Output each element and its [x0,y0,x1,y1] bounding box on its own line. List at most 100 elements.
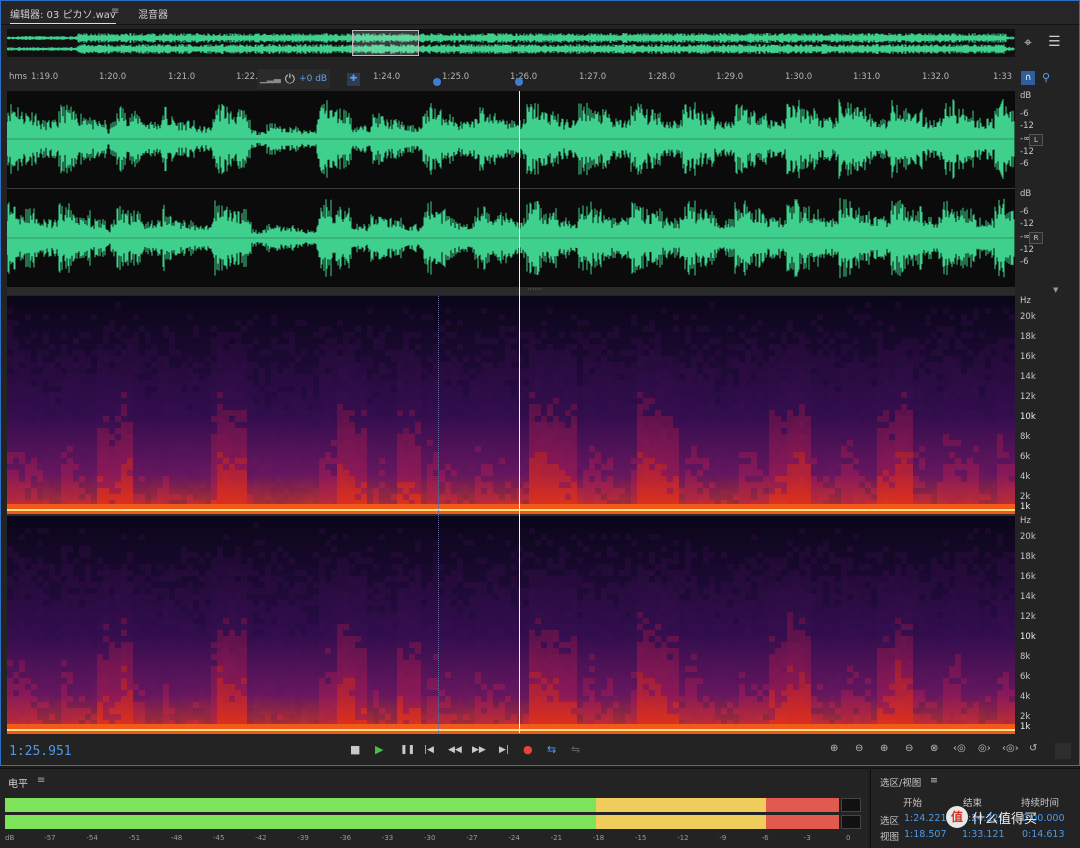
spectrogram-cell [445,422,451,428]
waveform-view[interactable] [7,91,1015,287]
spectrogram-cell [55,356,61,362]
spectrogram-cell [925,320,931,326]
spectrogram-cell [127,594,133,600]
spectrogram-cell [427,428,433,434]
spectrogram-cell [397,476,403,482]
spectrogram-cell [109,374,115,380]
spectrogram-cell [121,714,127,720]
spectrogram-cell [397,422,403,428]
spectrogram-cell [913,482,919,488]
marker-pin-icon[interactable]: ⚲ [1039,71,1053,85]
spectrogram-cell [505,452,511,458]
tab-editor[interactable]: 编辑器: 03 ピカソ.wav [10,6,116,24]
spectrogram-cell [751,440,757,446]
playhead-marker[interactable] [515,78,523,86]
spectrogram-cell [211,386,217,392]
collapse-arrow-icon[interactable]: ▼ [1053,286,1058,294]
spectrogram-cell [187,458,193,464]
spectrogram-cell [85,570,91,576]
spectrogram-cell [373,458,379,464]
spectrogram-cell [535,470,541,476]
spectrogram-cell [427,434,433,440]
spectrogram-cell [43,398,49,404]
spectrogram-cell [397,446,403,452]
list-view-icon[interactable]: ☰ [1048,34,1061,50]
spectrogram-cell [865,488,871,494]
spectrogram-cell [637,434,643,440]
pin-icon[interactable]: ✚ [347,73,360,86]
spectrogram-right[interactable] [7,516,1015,734]
spectrogram-cell [877,362,883,368]
spectrogram-cell [1003,368,1009,374]
spectrogram-cell [985,482,991,488]
spectrogram-cell [805,374,811,380]
overview-waveform[interactable] [7,29,1015,57]
spectrogram-cell [463,464,469,470]
spectrogram-cell [43,494,49,500]
spectrogram-cell [613,392,619,398]
selection-marker[interactable] [433,78,441,86]
spectrogram-cell [499,362,505,368]
channel-l-badge[interactable]: L [1029,134,1043,146]
spectrogram-cell [91,428,97,434]
volume-knob-icon[interactable]: ⏻ [285,72,295,87]
spectrogram-cell [679,422,685,428]
spectrogram-cell [877,458,883,464]
spectrogram-cell [961,314,967,320]
spectrogram-cell [829,392,835,398]
spectrogram-cell [265,422,271,428]
spectrogram-cell [289,350,295,356]
snap-magnet-icon[interactable]: ∩ [1021,71,1035,85]
tab-mixer[interactable]: 混音器 [138,6,168,21]
spectrogram-cell [181,488,187,494]
spectrogram-cell [451,404,457,410]
spectrogram-cell [517,398,523,404]
channel-r-badge[interactable]: R [1029,232,1043,244]
spectrogram-left[interactable] [7,296,1015,514]
spectrogram-cell [415,488,421,494]
overview-view-range[interactable] [352,30,419,56]
spectrogram-cell [85,552,91,558]
spectrogram-cell [421,368,427,374]
spectrogram-cell [415,458,421,464]
view-splitter[interactable]: ······ ▼ [7,285,1058,295]
spectrogram-cell [55,452,61,458]
spectrogram-cell [919,434,925,440]
spectrogram-cell [679,458,685,464]
spectrogram-cell [709,494,715,500]
spectrogram-cell [97,350,103,356]
spectrogram-cell [547,494,553,500]
spectrogram-cell [475,410,481,416]
spectrogram-cell [739,398,745,404]
spectrogram-cell [943,308,949,314]
spectrogram-cell [97,612,103,618]
spectrogram-cell [283,470,289,476]
spectrogram-cell [103,488,109,494]
time-ruler[interactable]: hms 1:19.0 1:20.0 1:21.0 1:22.0 1:24.0 1… [7,69,1015,89]
ruler-tick: 1:33 [993,72,1013,82]
spectrogram-cell [379,338,385,344]
spectrogram-cell [709,464,715,470]
spectrogram-cell [679,392,685,398]
waveform-left-channel[interactable] [7,91,1015,187]
spectrogram-cell [55,368,61,374]
spectrogram-cell [79,386,85,392]
spectrogram-cell [145,452,151,458]
spectrogram-cell [79,672,85,678]
waveform-right-channel[interactable] [7,190,1015,286]
spectrogram-cell [13,624,19,630]
spectrogram-cell [373,410,379,416]
spectrogram-cell [25,458,31,464]
spectrogram-cell [505,470,511,476]
spectrogram-cell [895,452,901,458]
hud-gain-value[interactable]: +0 dB [299,74,327,84]
editor-menu-icon[interactable]: ≡ [111,6,119,17]
zoom-tool-icon[interactable]: ⌖ [1024,35,1032,51]
spectrogram-cell [115,582,121,588]
spectrogram-cell [145,368,151,374]
spectrogram-cell [733,416,739,422]
spectrogram-cell [979,410,985,416]
spectrogram-cell [7,660,13,666]
spectrogram-cell [403,404,409,410]
spectrogram-cell [829,446,835,452]
